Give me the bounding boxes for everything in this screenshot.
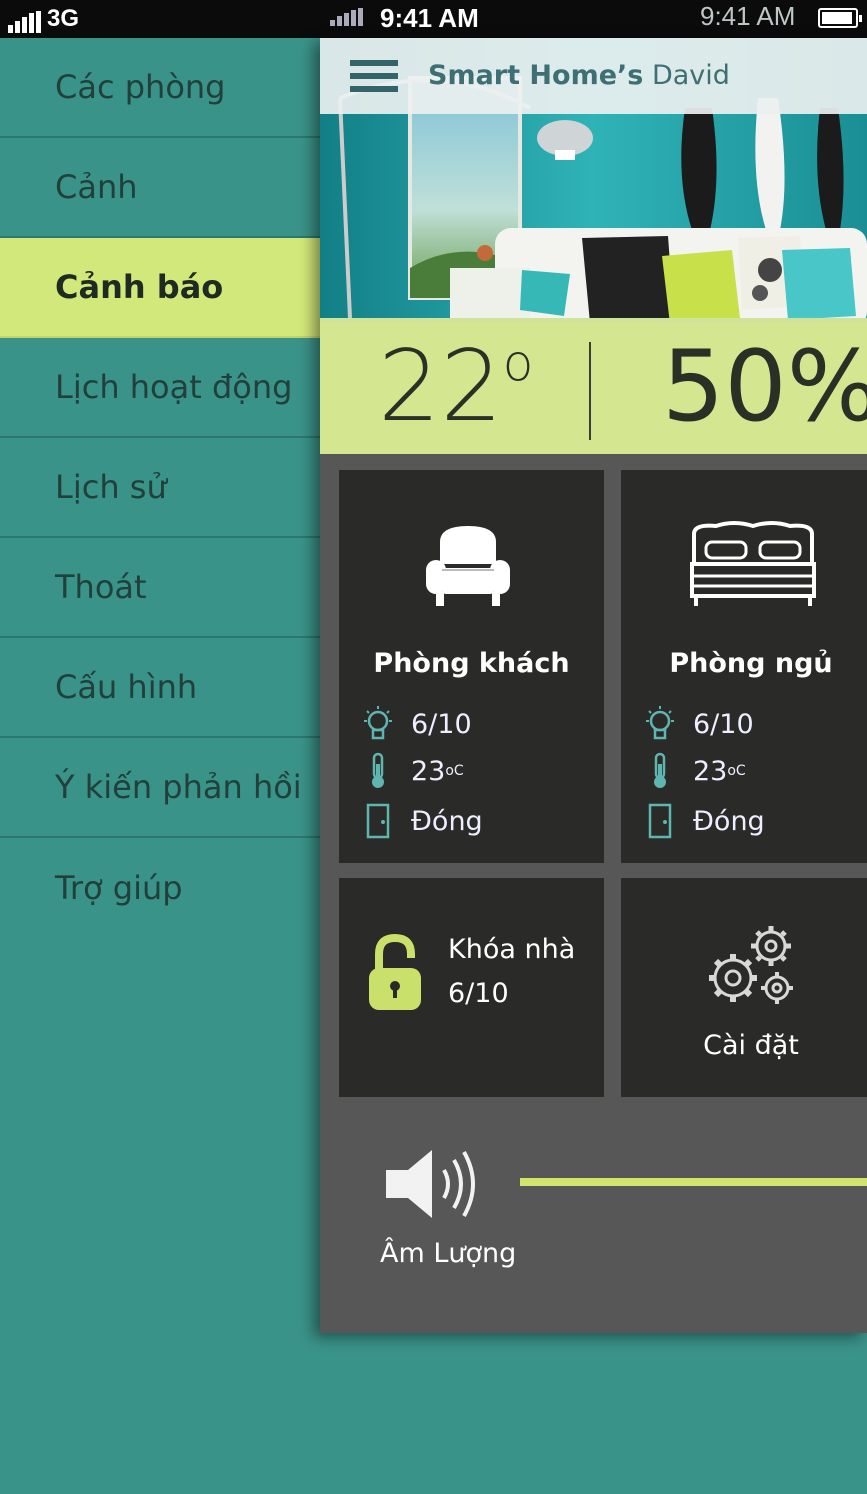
door-stat: Đóng	[359, 802, 483, 840]
door-stat: Đóng	[641, 802, 765, 840]
settings-label: Cài đặt	[703, 1030, 799, 1061]
temp-stat: 23 oC	[359, 752, 464, 790]
menu-item-history[interactable]: Lịch sử	[0, 438, 320, 538]
signal-indicator: 3G	[8, 5, 79, 33]
home-lock-card[interactable]: Khóa nhà 6/10	[339, 878, 604, 1097]
temperature-value: 22o	[378, 330, 534, 444]
climate-readout: 22o 50%	[320, 322, 867, 454]
room-name: Phòng ngủ	[669, 648, 833, 679]
menu-item-scenes[interactable]: Cảnh	[0, 138, 320, 238]
settings-card[interactable]: Cài đặt	[621, 878, 867, 1097]
app-title-brand: Smart Home’s	[428, 60, 644, 91]
door-icon	[359, 802, 397, 840]
lock-value: 6/10	[448, 978, 509, 1009]
light-stat: 6/10	[641, 705, 754, 743]
signal-bars-icon	[8, 11, 41, 33]
app-header: Smart Home’s David	[320, 38, 867, 114]
lock-label: Khóa nhà	[448, 934, 576, 965]
thermometer-icon	[359, 752, 397, 790]
menu-item-rooms[interactable]: Các phòng	[0, 38, 320, 138]
volume-slider[interactable]	[520, 1178, 867, 1186]
room-photo: Smart Home’s David 22o 50%	[320, 38, 867, 454]
gears-icon	[703, 922, 799, 1016]
lightbulb-icon	[641, 705, 679, 743]
room-name: Phòng khách	[373, 648, 570, 679]
menu-item-logout[interactable]: Thoát	[0, 538, 320, 638]
lightbulb-icon	[359, 705, 397, 743]
clock-ghost: 9:41 AM	[700, 1, 796, 31]
room-card-living[interactable]: Phòng khách 6/10 23 oC Đóng	[339, 470, 604, 863]
padlock-open-icon	[367, 933, 423, 1018]
light-stat: 6/10	[359, 705, 472, 743]
humidity-value: 50%	[662, 330, 867, 444]
menu-item-alerts[interactable]: Cảnh báo	[0, 238, 320, 338]
clock: 9:41 AM	[380, 3, 479, 33]
app-title-user: David	[651, 60, 730, 91]
carrier-label: 3G	[47, 5, 80, 32]
thermometer-icon	[641, 752, 679, 790]
temp-stat: 23 oC	[641, 752, 746, 790]
menu-item-config[interactable]: Cấu hình	[0, 638, 320, 738]
signal-bars-ghost-icon	[330, 8, 363, 26]
bed-icon	[688, 520, 818, 614]
armchair-icon	[422, 520, 514, 616]
main-panel: Smart Home’s David 22o 50% Phòng khách 6…	[320, 38, 867, 1333]
hamburger-menu-icon[interactable]	[350, 60, 398, 92]
status-bar: 3G 9:41 AM 9:41 AM	[0, 0, 867, 38]
battery-icon	[818, 8, 862, 28]
readout-divider	[589, 342, 591, 440]
menu-item-help[interactable]: Trợ giúp	[0, 838, 320, 938]
menu-item-feedback[interactable]: Ý kiến phản hồi	[0, 738, 320, 838]
app-title: Smart Home’s David	[428, 60, 730, 91]
side-menu: Các phòng Cảnh Cảnh báo Lịch hoạt động L…	[0, 38, 320, 938]
volume-label: Âm Lượng	[380, 1238, 517, 1269]
room-card-bedroom[interactable]: Phòng ngủ 6/10 23 oC Đóng	[621, 470, 867, 863]
speaker-icon[interactable]	[382, 1146, 482, 1226]
door-icon	[641, 802, 679, 840]
menu-item-schedule[interactable]: Lịch hoạt động	[0, 338, 320, 438]
temperature-unit: o	[502, 334, 534, 393]
